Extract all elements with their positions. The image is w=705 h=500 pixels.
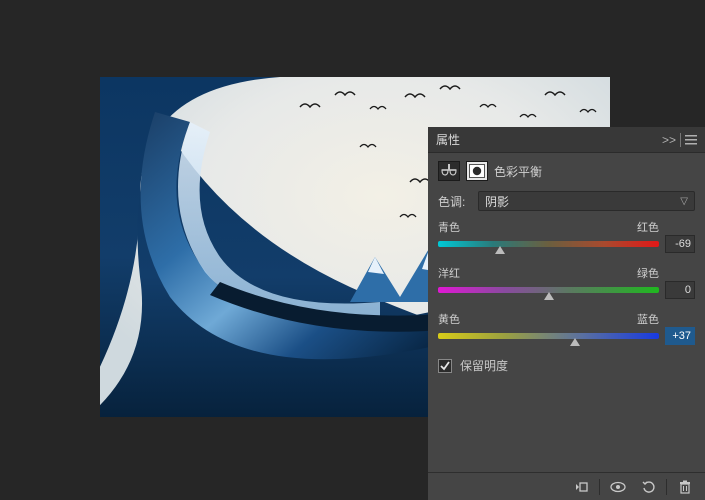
slider-block: 青色 红色 -69 [438, 219, 695, 253]
preserve-luminosity-row: 保留明度 [438, 357, 695, 374]
preserve-luminosity-checkbox[interactable] [438, 359, 452, 373]
slider-track[interactable] [438, 333, 659, 339]
adjustment-title-row: 色彩平衡 [438, 161, 695, 181]
panel-footer [428, 472, 705, 500]
slider-value-input[interactable]: 0 [665, 281, 695, 299]
layer-mask-icon[interactable] [466, 161, 488, 181]
slider-value-input[interactable]: +37 [665, 327, 695, 345]
slider-thumb[interactable] [544, 292, 554, 300]
tone-select[interactable]: 阴影 ▽ [478, 191, 695, 211]
divider [599, 479, 600, 495]
divider [680, 133, 681, 147]
tone-row: 色调: 阴影 ▽ [438, 191, 695, 211]
preserve-luminosity-label: 保留明度 [460, 357, 508, 374]
divider [666, 479, 667, 495]
slider-track[interactable] [438, 241, 659, 247]
color-balance-icon[interactable] [438, 161, 460, 181]
panel-title: 属性 [436, 131, 460, 148]
slider-block: 洋红 绿色 0 [438, 265, 695, 299]
slider-left-label: 青色 [438, 219, 460, 235]
slider-left-label: 黄色 [438, 311, 460, 327]
view-previous-state-button[interactable] [604, 476, 632, 498]
slider-left-label: 洋红 [438, 265, 460, 281]
panel-header: 属性 >> [428, 127, 705, 153]
panel-menu-button[interactable]: >> [662, 133, 697, 147]
tone-select-value: 阴影 [485, 193, 509, 210]
slider-right-label: 绿色 [637, 265, 659, 281]
collapse-chevrons-icon: >> [662, 133, 676, 147]
slider-track[interactable] [438, 287, 659, 293]
slider-right-label: 红色 [637, 219, 659, 235]
slider-thumb[interactable] [570, 338, 580, 346]
slider-thumb[interactable] [495, 246, 505, 254]
panel-body: 色彩平衡 色调: 阴影 ▽ 青色 红色 -69 洋红 绿色 [428, 153, 705, 472]
reset-button[interactable] [634, 476, 662, 498]
slider-block: 黄色 蓝色 +37 [438, 311, 695, 345]
panel-menu-icon [685, 135, 697, 145]
tone-label: 色调: [438, 193, 472, 210]
slider-right-label: 蓝色 [637, 311, 659, 327]
clip-to-layer-button[interactable] [567, 476, 595, 498]
adjustment-name: 色彩平衡 [494, 163, 542, 180]
properties-panel: 属性 >> 色彩平衡 [428, 127, 705, 500]
chevron-down-icon: ▽ [680, 196, 688, 207]
slider-value-input[interactable]: -69 [665, 235, 695, 253]
delete-button[interactable] [671, 476, 699, 498]
